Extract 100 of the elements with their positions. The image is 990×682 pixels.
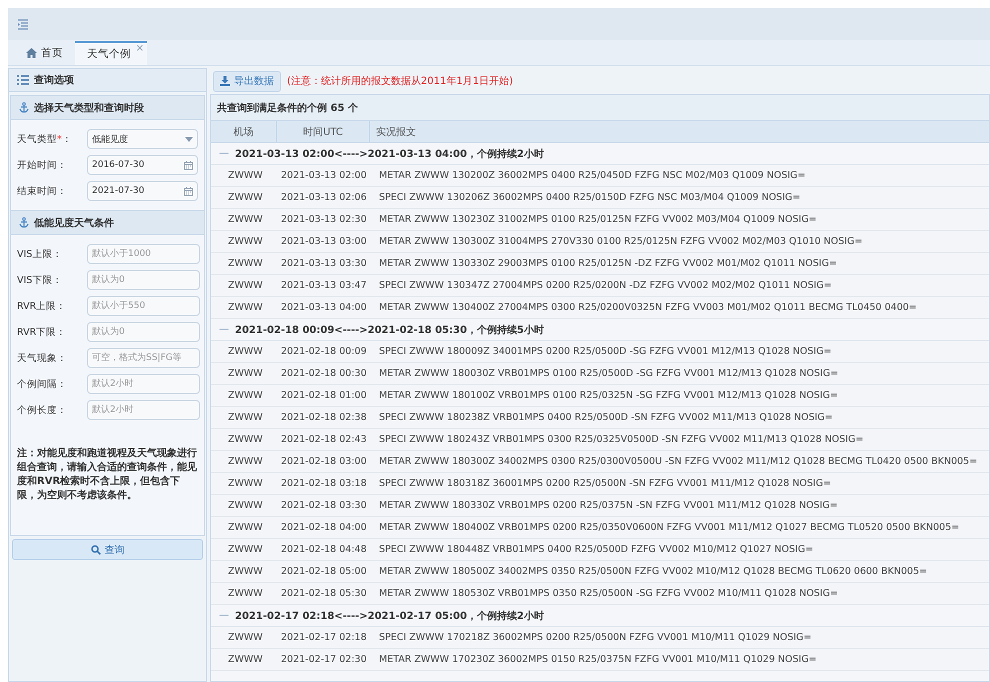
table-cell-text: ZWWW — [227, 280, 264, 291]
input-field[interactable]: 默认2小时 — [87, 374, 200, 394]
table-cell-text: METAR ZWWW 130230Z 31002MPS 0100 R25/0125N FZFG VV002 M03/M04 Q1009 NOSIG= — [379, 214, 818, 225]
table-cell-text: 2021-03-13 04:00 — [281, 302, 368, 313]
table-cell-text: 2021-02-18 00:30 — [281, 368, 368, 379]
table-cell-text: ZWWW — [227, 214, 264, 225]
input-field[interactable]: 默认为0 — [87, 270, 200, 290]
field-label: RVR上限： — [17, 300, 68, 312]
list-icon — [17, 75, 29, 85]
column-header[interactable]: 时间UTC — [277, 121, 370, 142]
anchor-icon — [19, 102, 29, 113]
field-label: 天气类型*： — [17, 132, 73, 146]
table-cell-text: ZWWW — [227, 236, 264, 247]
date-field[interactable]: 2016-07-30 — [87, 155, 198, 175]
table-cell-text: METAR ZWWW 180530Z VRB01MPS 0350 R25/0500N -SG FZFG VV002 M10/M11 Q1028 NOSIG= — [379, 588, 839, 599]
input-field[interactable]: 可空，格式为SS|FG等 — [87, 348, 200, 368]
table-cell-text: ZWWW — [227, 346, 264, 357]
table-cell-text: ZWWW — [227, 544, 264, 555]
table-cell-text: 2021-02-17 02:18 — [281, 632, 368, 643]
tab[interactable]: 首页 — [14, 41, 75, 65]
table-cell-text: ZWWW — [227, 478, 264, 489]
query-button[interactable]: 查询 — [12, 539, 203, 560]
table-cell-text: METAR ZWWW 180300Z 34002MPS 0300 R25/0300V0500U -SN FZFG VV002 M11/M12 Q1028 BECMG TL0420 0500 BKN005= — [379, 456, 978, 467]
table-cell-text: ZWWW — [227, 456, 264, 467]
input-field[interactable]: 默认小于550 — [87, 296, 200, 316]
group-title: 2021-03-13 02:00<---->2021-03-13 04:00，个例持续2小时 — [235, 148, 544, 160]
calendar-icon — [184, 186, 193, 196]
field-label: 天气现象： — [17, 352, 68, 364]
input-field[interactable]: 默认2小时 — [87, 400, 200, 420]
section-title: 低能见度天气条件 — [34, 216, 114, 230]
tab[interactable]: 天气个例 × — [75, 41, 147, 65]
input-field[interactable]: 默认为0 — [87, 322, 200, 342]
table-cell-text: ZWWW — [227, 588, 264, 599]
table-cell-text: 2021-03-13 02:06 — [281, 192, 368, 203]
column-header[interactable]: 机场 — [211, 121, 277, 142]
select-field[interactable]: 低能见度 — [87, 129, 198, 149]
table-cell-text: METAR ZWWW 130400Z 27004MPS 0300 R25/0200V0325N FZFG VV003 M01/M02 Q1011 BECMG TL0450 0400= — [379, 302, 918, 313]
table-cell-text: 2021-02-18 03:18 — [281, 478, 368, 489]
table-cell-text: 2021-02-18 05:30 — [281, 588, 368, 599]
date-field[interactable]: 2021-07-30 — [87, 181, 198, 201]
table-cell-text: SPECI ZWWW 180243Z VRB01MPS 0300 R25/0325V0500D -SN FZFG VV002 M11/M13 Q1028 NOSIG= — [379, 434, 864, 445]
table-cell-text: ZWWW — [227, 522, 264, 533]
table-cell-text: METAR ZWWW 130300Z 31004MPS 270V330 0100 R25/0125N FZFG VV002 M02/M03 Q1010 NOSIG= — [379, 236, 864, 247]
field-label: 开始时间： — [17, 158, 68, 172]
table-cell-text: 2021-03-13 03:30 — [281, 258, 368, 269]
table-cell-text: METAR ZWWW 180030Z VRB01MPS 0100 R25/0500D -SG FZFG VV001 M12/M13 Q1028 NOSIG= — [379, 368, 840, 379]
table-cell-text: 2021-02-18 01:00 — [281, 390, 368, 401]
table-cell-text: ZWWW — [227, 412, 264, 423]
note-text: 注：对能见度和跑道视程及天气现象进行组合查询，请输入合适的查询条件，能见度和RVR检索时不含上限，但包含下限，为空则不考虑该条件。 — [17, 447, 198, 503]
table-cell-text: ZWWW — [227, 302, 264, 313]
table-cell-text: ZWWW — [227, 192, 264, 203]
table-cell-text: ZWWW — [227, 390, 264, 401]
table-cell-text: ZWWW — [227, 632, 264, 643]
field-label: 结束时间： — [17, 184, 68, 198]
table-cell-text: METAR ZWWW 130330Z 29003MPS 0100 R25/0125N -DZ FZFG VV002 M01/M02 Q1011 NOSIG= — [379, 258, 838, 269]
table-cell-text: SPECI ZWWW 130206Z 36002MPS 0400 R25/0150D FZFG NSC M03/M04 Q1009 NOSIG= — [379, 192, 802, 203]
table-cell-text: 2021-03-13 02:30 — [281, 214, 368, 225]
table-cell-text: METAR ZWWW 180100Z VRB01MPS 0100 R25/0325N -SG FZFG VV001 M12/M13 Q1028 NOSIG= — [379, 390, 839, 401]
table-cell-text: ZWWW — [227, 500, 264, 511]
caret-icon — [185, 136, 193, 142]
table-cell-text: ZWWW — [227, 368, 264, 379]
table-cell-text: ZWWW — [227, 258, 264, 269]
anchor-icon — [19, 217, 29, 228]
notice-text: (注意：统计所用的报文数据从2011年1月1日开始) — [287, 74, 513, 88]
table-cell-text: 2021-02-18 04:00 — [281, 522, 368, 533]
input-field[interactable]: 默认小于1000 — [87, 244, 200, 264]
field-label: RVR下限： — [17, 326, 68, 338]
table-cell-text: 2021-03-13 02:00 — [281, 170, 368, 181]
table-cell-text: SPECI ZWWW 180448Z VRB01MPS 0400 R25/0500D FZFG VV002 M10/M12 Q1027 NOSIG= — [379, 544, 814, 555]
table-cell-text: SPECI ZWWW 180238Z VRB01MPS 0400 R25/0500D -SN FZFG VV002 M11/M13 Q1028 NOSIG= — [379, 412, 834, 423]
table-cell-text: 2021-02-18 04:48 — [281, 544, 368, 555]
table-cell-text: 2021-02-18 05:00 — [281, 566, 368, 577]
group-title: 2021-02-17 02:18<---->2021-02-17 05:00，个例持续2小时 — [235, 610, 544, 622]
field-label: VIS下限： — [17, 274, 64, 286]
group-title: 2021-02-18 00:09<---->2021-02-18 05:30，个例持续5小时 — [235, 324, 544, 336]
column-header[interactable]: 实况报文 — [370, 121, 989, 142]
result-summary: 共查询到满足条件的个例 65 个 — [211, 95, 989, 121]
menu-icon[interactable] — [17, 18, 29, 30]
table-cell-text: ZWWW — [227, 654, 264, 665]
table-cell-text: 2021-03-13 03:47 — [281, 280, 368, 291]
table-cell-text: SPECI ZWWW 180318Z 36001MPS 0200 R25/0500N -SN FZFG VV001 M11/M12 Q1028 NOSIG= — [379, 478, 832, 489]
table-cell-text: SPECI ZWWW 180009Z 34001MPS 0200 R25/0500D -SG FZFG VV001 M12/M13 Q1028 NOSIG= — [379, 346, 833, 357]
table-cell-text: 2021-03-13 03:00 — [281, 236, 368, 247]
table-cell-text: METAR ZWWW 180330Z VRB01MPS 0200 R25/0375N -SN FZFG VV001 M11/M12 Q1028 NOSIG= — [379, 500, 839, 511]
search-icon — [90, 544, 100, 554]
table-cell-text: 2021-02-18 03:30 — [281, 500, 368, 511]
field-label: 个例间隔： — [17, 378, 68, 390]
table-cell-text: SPECI ZWWW 130347Z 27004MPS 0200 R25/0200N -DZ FZFG VV002 M02/M02 Q1011 NOSIG= — [379, 280, 833, 291]
calendar-icon — [184, 160, 193, 170]
section-title: 选择天气类型和查询时段 — [34, 102, 144, 114]
table-cell-text: ZWWW — [227, 434, 264, 445]
home-icon — [26, 48, 37, 58]
table-cell-text: METAR ZWWW 130200Z 36002MPS 0400 R25/0450D FZFG NSC M02/M03 Q1009 NOSIG= — [379, 170, 806, 181]
table-cell-text: 2021-02-17 02:30 — [281, 654, 368, 665]
export-button[interactable]: 导出数据 — [213, 70, 281, 92]
table-cell-text: 2021-02-18 00:09 — [281, 346, 368, 357]
table-cell-text: SPECI ZWWW 170218Z 36002MPS 0200 R25/0500N FZFG VV001 M10/M11 Q1029 NOSIG= — [379, 632, 812, 643]
table-cell-text: METAR ZWWW 180400Z VRB01MPS 0200 R25/0350V0600N FZFG VV001 M11/M12 Q1027 BECMG TL0520 0500 BKN005= — [379, 522, 960, 533]
field-label: VIS上限： — [17, 248, 64, 260]
download-icon — [220, 76, 230, 86]
